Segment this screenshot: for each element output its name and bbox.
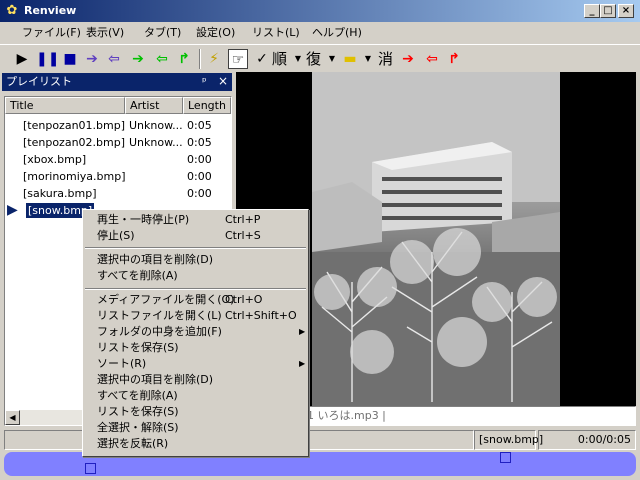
menu-item-save-list-2[interactable]: リストを保存(S) — [97, 404, 179, 420]
order-dropdown-icon[interactable]: ▼ — [288, 49, 308, 69]
window-title: Renview — [24, 4, 77, 17]
return-arrow-icon[interactable]: ↱ — [174, 49, 194, 69]
menu-settings[interactable]: 設定(O) — [196, 26, 235, 40]
minimize-button[interactable]: _ — [584, 4, 600, 18]
context-menu: 再生・一時停止(P) Ctrl+P 停止(S) Ctrl+S 選択中の項目を削除… — [82, 209, 309, 457]
panel-close-icon[interactable]: × — [218, 74, 228, 88]
menu-item-delete-all-2[interactable]: すべてを削除(A) — [97, 388, 178, 404]
menu-item-sort[interactable]: ソート(R) — [97, 356, 146, 372]
order-button[interactable]: 順 — [272, 49, 287, 69]
forward-arrow-icon[interactable]: ➔ — [128, 49, 148, 69]
menu-list[interactable]: リスト(L) — [252, 26, 300, 40]
table-row[interactable]: [xbox.bmp] 0:00 — [5, 151, 231, 168]
app-icon[interactable]: ✿ — [4, 3, 20, 19]
table-row[interactable]: [tenpozan02.bmp] Unknow... 0:05 — [5, 134, 231, 151]
menu-separator — [85, 247, 306, 249]
playlist-title: プレイリスト — [6, 75, 72, 88]
menu-item-select-all[interactable]: 全選択・解除(S) — [97, 420, 179, 436]
menu-tab[interactable]: タブ(T) — [144, 26, 181, 40]
folder-icon[interactable]: ▬ — [340, 49, 360, 69]
menu-bar: ファイル(F) 表示(V) タブ(T) 設定(O) リスト(L) ヘルプ(H) — [0, 22, 640, 44]
row-artist: Unknow... — [129, 119, 183, 132]
menu-item-stop[interactable]: 停止(S) — [97, 228, 135, 244]
close-button[interactable]: × — [618, 4, 634, 18]
play-icon[interactable]: ▶ — [12, 49, 32, 69]
playlist-header: プレイリスト ᵖ × — [2, 73, 232, 91]
column-artist[interactable]: Artist — [125, 97, 183, 114]
status-file: [snow.bmp] — [474, 430, 543, 450]
row-title: [xbox.bmp] — [23, 153, 87, 166]
back-arrow-icon[interactable]: ⇦ — [152, 49, 172, 69]
prev-arrow-icon[interactable]: ⇦ — [104, 49, 124, 69]
now-playing-icon: ▶ — [7, 203, 18, 218]
shortcut-open-media: Ctrl+O — [225, 293, 263, 306]
title-bar[interactable]: ✿ Renview _ □ × — [0, 0, 640, 22]
clear-button[interactable]: 消 — [378, 49, 393, 69]
stop-icon[interactable]: ■ — [60, 49, 80, 69]
row-title: [sakura.bmp] — [23, 187, 97, 200]
menu-file[interactable]: ファイル(F) — [22, 26, 81, 40]
menu-separator — [85, 288, 306, 290]
shortcut-play-pause: Ctrl+P — [225, 213, 261, 226]
maximize-button[interactable]: □ — [600, 4, 616, 18]
folder-dropdown-icon[interactable]: ▼ — [358, 49, 378, 69]
menu-view[interactable]: 表示(V) — [86, 26, 124, 40]
now-playing-text: 1 いろは.mp3 | — [307, 409, 386, 422]
row-length: 0:05 — [187, 136, 212, 149]
submenu-arrow-icon: ▶ — [299, 327, 306, 336]
red-back-arrow-icon[interactable]: ⇦ — [422, 49, 442, 69]
table-row[interactable]: [tenpozan01.bmp] Unknow... 0:05 — [5, 117, 231, 134]
menu-item-add-folder[interactable]: フォルダの中身を追加(F) — [97, 324, 222, 340]
row-length: 0:00 — [187, 153, 212, 166]
menu-item-delete-selected[interactable]: 選択中の項目を削除(D) — [97, 252, 213, 268]
toolbar-separator — [199, 49, 201, 69]
row-length: 0:00 — [187, 170, 212, 183]
table-row[interactable]: [morinomiya.bmp] 0:00 — [5, 168, 231, 185]
shortcut-open-list: Ctrl+Shift+O — [225, 309, 297, 322]
column-length[interactable]: Length — [183, 97, 231, 114]
scroll-left-icon[interactable]: ◀ — [5, 410, 20, 425]
pin-icon[interactable]: ᵖ — [202, 75, 207, 89]
pause-icon[interactable]: ❚❚ — [36, 49, 59, 69]
submenu-arrow-icon: ▶ — [299, 359, 306, 368]
column-title[interactable]: Title — [5, 97, 125, 114]
menu-item-open-media[interactable]: メディアファイルを開く(O) — [97, 292, 234, 308]
status-time: 0:00/0:05 — [538, 430, 636, 450]
repeat-dropdown-icon[interactable]: ▼ — [322, 49, 342, 69]
menu-item-delete-selected-2[interactable]: 選択中の項目を削除(D) — [97, 372, 213, 388]
table-row[interactable]: [sakura.bmp] 0:00 — [5, 185, 231, 202]
row-title: [morinomiya.bmp] — [23, 170, 125, 183]
check-icon[interactable]: ✓ — [252, 49, 272, 69]
seek-handle[interactable] — [500, 452, 511, 463]
menu-item-open-list[interactable]: リストファイルを開く(L) — [97, 308, 222, 324]
seek-start-marker[interactable] — [85, 463, 96, 474]
pointer-hand-icon[interactable]: ☞ — [228, 49, 248, 69]
row-artist: Unknow... — [129, 136, 183, 149]
image-preview — [312, 72, 560, 406]
toolbar: ▶ ❚❚ ■ ➔ ⇦ ➔ ⇦ ↱ ⚡ ☞ ✓ 順 ▼ 復 ▼ ▬ ▼ 消 ➔ ⇦… — [0, 44, 640, 72]
red-return-arrow-icon[interactable]: ↱ — [444, 49, 464, 69]
shortcut-stop: Ctrl+S — [225, 229, 261, 242]
red-forward-arrow-icon[interactable]: ➔ — [398, 49, 418, 69]
lightning-icon[interactable]: ⚡ — [204, 49, 224, 69]
row-title: [tenpozan02.bmp] — [23, 136, 125, 149]
repeat-button[interactable]: 復 — [306, 49, 321, 69]
row-length: 0:05 — [187, 119, 212, 132]
menu-item-delete-all[interactable]: すべてを削除(A) — [97, 268, 178, 284]
row-length: 0:00 — [187, 187, 212, 200]
menu-item-play-pause[interactable]: 再生・一時停止(P) — [97, 212, 189, 228]
next-arrow-icon[interactable]: ➔ — [82, 49, 102, 69]
menu-item-save-list[interactable]: リストを保存(S) — [97, 340, 179, 356]
row-title: [tenpozan01.bmp] — [23, 119, 125, 132]
menu-help[interactable]: ヘルプ(H) — [312, 26, 362, 40]
menu-item-invert-selection[interactable]: 選択を反転(R) — [97, 436, 168, 452]
